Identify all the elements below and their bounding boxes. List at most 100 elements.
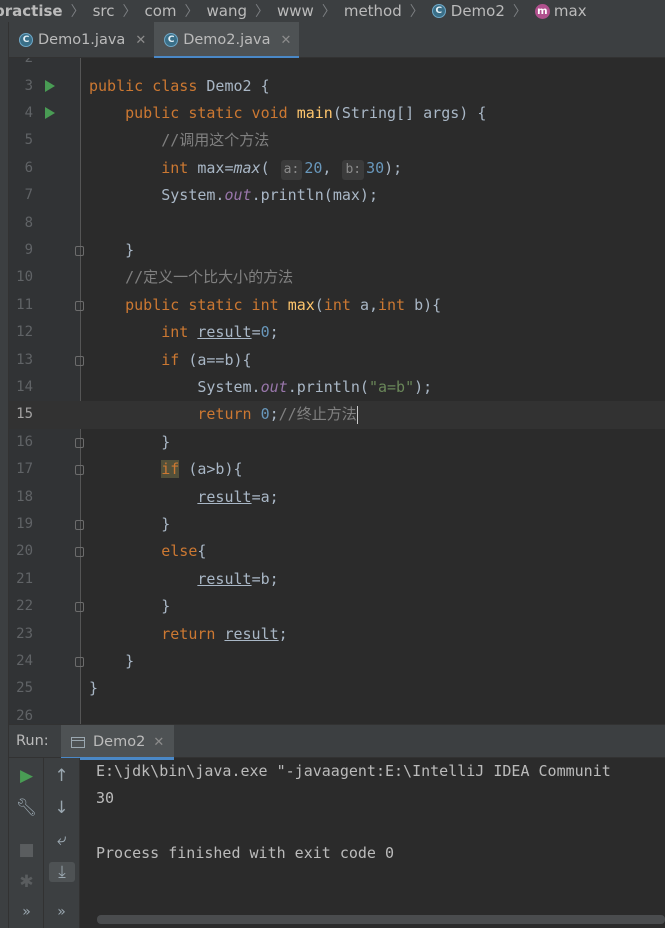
code-line[interactable]: 19 } [9,511,665,538]
breadcrumb-separator: 〉 [255,4,270,20]
code-line[interactable]: 12 int result=0; [9,319,665,346]
code-line[interactable]: 6 int max=max( a: 20, b: 30); [9,155,665,182]
code-line[interactable]: 22 } [9,593,665,620]
run-tab-label: Demo2 [93,734,146,750]
console-line: E:\jdk\bin\java.exe "-javaagent:E:\Intel… [96,762,611,780]
code-line[interactable]: 17 if (a>b){ [9,456,665,483]
code-line[interactable]: 10 //定义一个比大小的方法 [9,264,665,291]
breadcrumb-src[interactable]: src [93,2,115,20]
breadcrumb-project[interactable]: practise [0,2,63,20]
code-line[interactable]: 18 result=a; [9,484,665,511]
line-number: 18 [16,488,33,505]
line-number: 6 [24,159,33,176]
arrow-down-icon[interactable]: ↓ [44,798,79,818]
code-line[interactable]: 4 public static void main(String[] args)… [9,100,665,127]
code-line[interactable]: 5 //调用这个方法 [9,127,665,154]
fold-icon[interactable] [75,602,84,613]
line-number: 2 [24,58,33,66]
java-class-icon: C [164,33,179,47]
code-line[interactable]: 14 System.out.println("a=b"); [9,374,665,401]
breadcrumb-separator: 〉 [321,4,336,20]
code-string: "a=b" [368,377,415,396]
breadcrumb-class[interactable]: C Demo2 [431,2,505,20]
run-gutter-icon[interactable] [45,79,55,92]
line-number: 12 [16,324,33,341]
tab-label: Demo1.java [38,32,126,48]
breadcrumb-separator: 〉 [70,4,85,20]
line-number: 14 [16,378,33,395]
horizontal-scrollbar[interactable] [97,915,665,924]
project-tool-strip[interactable] [0,22,9,928]
code-line[interactable]: 7 System.out.println(max); [9,182,665,209]
more-icon[interactable]: » [44,904,79,920]
fold-icon[interactable] [75,465,84,476]
breadcrumb-wang[interactable]: wang [207,2,248,20]
soft-wrap-icon[interactable]: ⤶ [44,830,79,850]
parameter-hint: b: [342,159,365,180]
fold-icon[interactable] [75,355,84,366]
current-code-line[interactable]: 15 return 0;//终止方法 [9,401,665,429]
code-line[interactable]: 26 [9,703,665,724]
breadcrumb-separator: 〉 [409,4,424,20]
run-toolbar: ▶ 🔧︎ ■ ✱ » [9,758,44,928]
code-line[interactable]: 2 [9,58,665,72]
code-line[interactable]: 9 } [9,237,665,264]
close-icon[interactable]: ✕ [153,735,164,750]
fold-icon[interactable] [75,519,84,530]
run-gutter-icon[interactable] [45,106,55,119]
tab-demo1[interactable]: C Demo1.java ✕ [9,22,154,58]
code-line[interactable]: 20 else{ [9,538,665,565]
console-output[interactable]: E:\jdk\bin\java.exe "-javaagent:E:\Intel… [96,758,665,913]
line-number: 13 [16,351,33,368]
wrench-icon[interactable]: 🔧︎ [9,798,44,818]
run-label: Run: [16,733,49,749]
code-editor[interactable]: 2 3 public class Demo2 { 4 public static … [9,58,665,724]
console-line: 30 [96,789,115,808]
code-line[interactable]: 3 public class Demo2 { [9,73,665,100]
breadcrumb-method[interactable]: method [344,2,402,20]
line-number: 11 [16,296,33,313]
run-panel: Run: Demo2 ✕ ▶ 🔧︎ ■ ✱ » ↑ ↓ ⤶ ⤓ » E:\jdk… [9,724,665,928]
tab-label: Demo2.java [183,32,271,48]
stop-icon[interactable]: ■ [9,840,44,860]
bug-icon[interactable]: ✱ [9,872,44,892]
fold-icon[interactable] [75,547,84,558]
close-icon[interactable]: ✕ [281,33,292,48]
line-number: 19 [16,515,33,532]
line-number: 4 [24,104,33,121]
close-icon[interactable]: ✕ [135,33,146,48]
run-tab-demo2[interactable]: Demo2 ✕ [61,725,175,760]
java-class-icon: C [19,33,33,47]
more-icon[interactable]: » [9,904,44,920]
run-panel-header: Run: Demo2 ✕ [9,724,665,760]
rerun-icon[interactable]: ▶ [9,766,44,786]
code-line[interactable]: 23 return result; [9,621,665,648]
code-line[interactable]: 24 } [9,648,665,675]
breadcrumb: practise 〉 src 〉 com 〉 wang 〉 www 〉 method 〉 C… [0,0,665,22]
code-line[interactable]: 13 if (a==b){ [9,347,665,374]
console-line: Process finished with exit code 0 [96,844,395,863]
breadcrumb-www[interactable]: www [277,2,314,20]
line-number: 21 [16,570,33,587]
code-comment: //定义一个比大小的方法 [125,268,294,287]
line-number: 5 [24,132,33,149]
scroll-to-end-icon[interactable]: ⤓ [49,862,75,882]
fold-icon[interactable] [75,245,84,256]
code-line[interactable]: 11 public static int max(int a,int b){ [9,292,665,319]
fold-icon[interactable] [75,300,84,311]
code-line[interactable]: 25} [9,675,665,702]
code-line[interactable]: 8 [9,210,665,237]
breadcrumb-com[interactable]: com [144,2,176,20]
line-number: 23 [16,625,33,642]
line-number: 20 [16,543,33,560]
line-number: 10 [16,269,33,286]
fold-icon[interactable] [75,656,84,667]
code-line[interactable]: 21 result=b; [9,566,665,593]
code-line[interactable]: 16 } [9,429,665,456]
tab-demo2[interactable]: C Demo2.java ✕ [154,22,300,59]
breadcrumb-method-max[interactable]: m max [534,2,587,20]
line-number: 24 [16,652,33,669]
fold-icon[interactable] [75,437,84,448]
arrow-up-icon[interactable]: ↑ [44,766,79,786]
